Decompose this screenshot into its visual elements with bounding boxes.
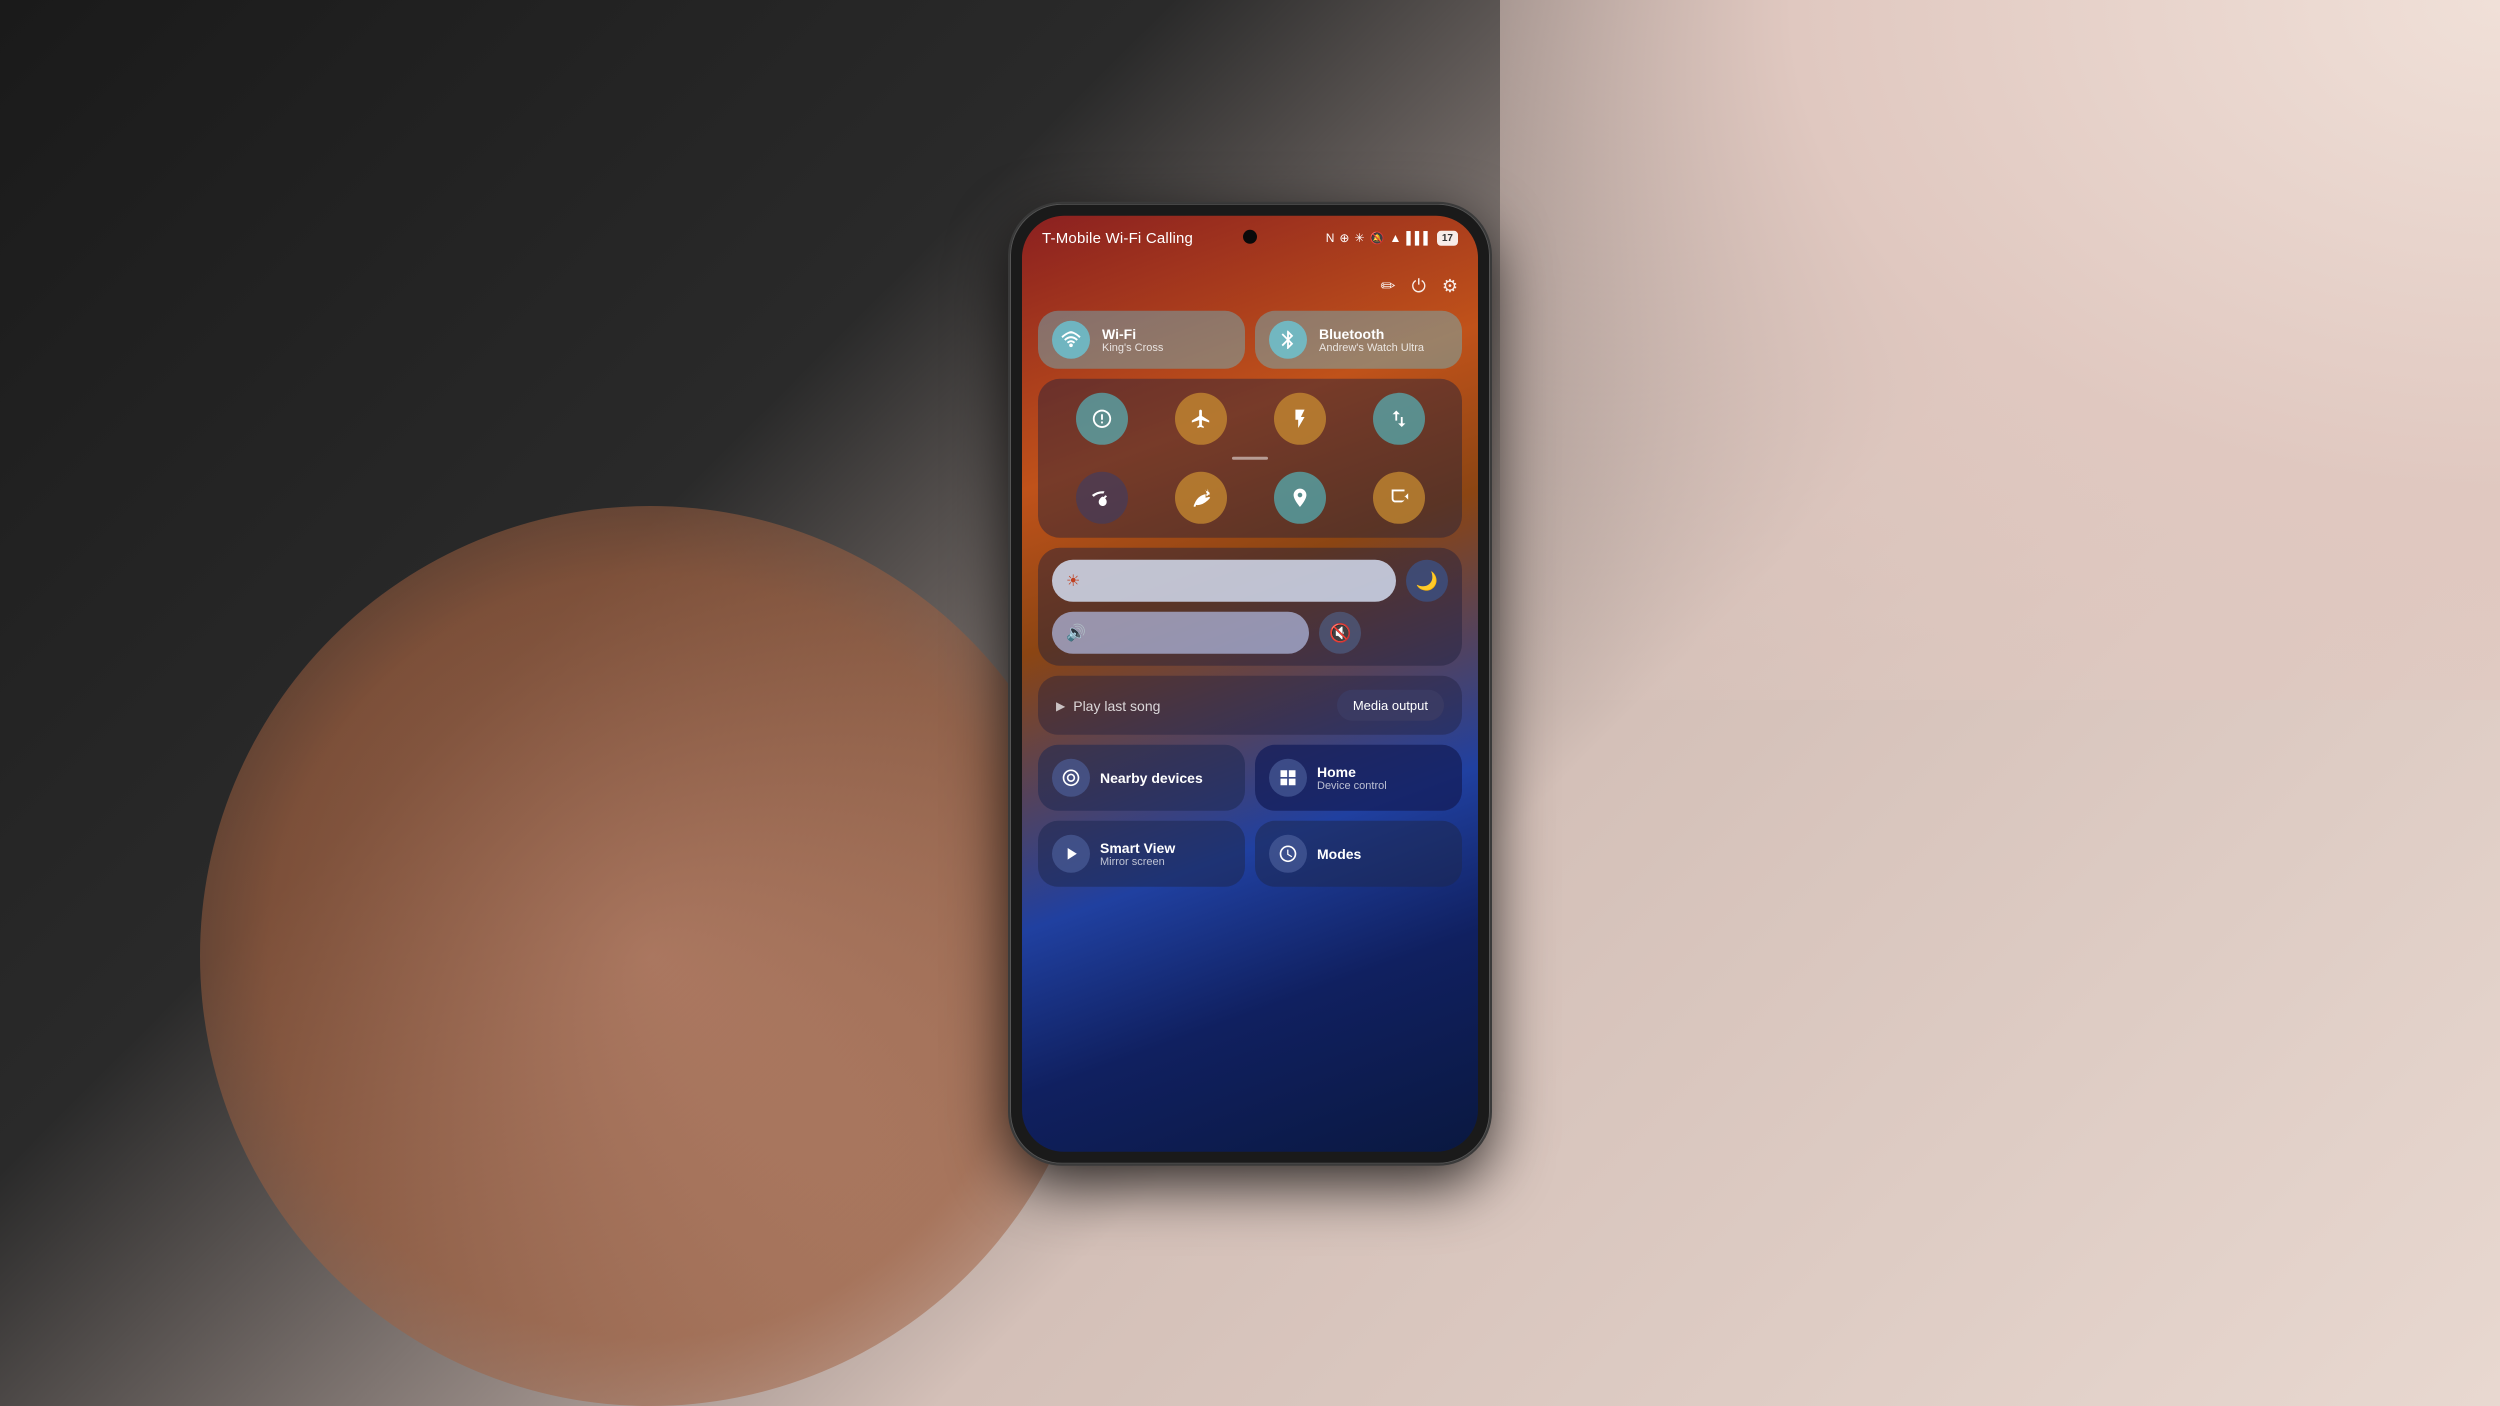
bluetooth-text: Bluetooth Andrew's Watch Ultra [1319,326,1424,354]
screen-record-button[interactable] [1373,472,1425,524]
mute-icon: 🔕 [1370,231,1385,245]
bluetooth-label: Bluetooth [1319,326,1424,342]
smart-view-sublabel: Mirror screen [1100,856,1175,868]
power-save-button[interactable] [1175,472,1227,524]
grid-row-2 [1052,472,1448,524]
volume-row: 🔊 🔇 [1052,612,1448,654]
volume-slider[interactable]: 🔊 [1052,612,1309,654]
settings-button[interactable]: ⚙ [1442,276,1458,297]
nearby-devices-icon [1052,759,1090,797]
play-last-song[interactable]: ▶ Play last song [1056,697,1160,713]
control-panel: ✏ ⏻ ⚙ Wi-Fi King's Cross [1022,260,1478,1152]
signal-bars-icon: ▌▌▌ [1406,231,1432,245]
smart-view-tile[interactable]: Smart View Mirror screen [1038,821,1245,887]
home-text: Home Device control [1317,764,1387,792]
status-icons: N ⊕ ✳ 🔕 ▲ ▌▌▌ 17 [1326,230,1458,245]
grid-panel [1038,379,1462,538]
wifi-text: Wi-Fi King's Cross [1102,326,1163,354]
mobile-data-button[interactable] [1373,393,1425,445]
hotspot-button[interactable] [1076,472,1128,524]
wifi-label: Wi-Fi [1102,326,1163,342]
nearby-devices-text: Nearby devices [1100,770,1203,786]
brightness-row: ☀ 🌙 [1052,560,1448,602]
tiles-row-1: Nearby devices Home Device control [1038,745,1462,811]
home-icon [1269,759,1307,797]
phone-frame: T-Mobile Wi-Fi Calling N ⊕ ✳ 🔕 ▲ ▌▌▌ 17 … [1010,204,1490,1164]
modes-tile[interactable]: Modes [1255,821,1462,887]
quick-toggles-row: Wi-Fi King's Cross Bluetooth Andrew' [1038,311,1462,369]
night-mode-button[interactable]: 🌙 [1406,560,1448,602]
nearby-devices-label: Nearby devices [1100,770,1203,786]
sliders-panel: ☀ 🌙 🔊 🔇 [1038,548,1462,666]
home-label: Home [1317,764,1387,780]
edit-row: ✏ ⏻ ⚙ [1038,272,1462,301]
grid-indicator [1232,457,1268,460]
nfc2-icon: ⊕ [1339,231,1349,245]
play-icon: ▶ [1056,698,1065,712]
media-panel[interactable]: ▶ Play last song Media output [1038,676,1462,735]
tiles-row-2: Smart View Mirror screen Modes [1038,821,1462,893]
table-surface [1500,0,2500,700]
airplane-mode-button[interactable] [1175,393,1227,445]
hand [200,506,1100,1406]
smart-view-text: Smart View Mirror screen [1100,840,1175,868]
phone-wrapper: T-Mobile Wi-Fi Calling N ⊕ ✳ 🔕 ▲ ▌▌▌ 17 … [1010,204,1490,1164]
grid-row-1 [1052,393,1448,445]
smart-view-label: Smart View [1100,840,1175,856]
nfc-icon: N [1326,231,1335,245]
battery-level: 17 [1437,230,1458,245]
media-output-button[interactable]: Media output [1337,690,1444,721]
carrier-text: T-Mobile Wi-Fi Calling [1042,229,1193,246]
mute-button[interactable]: 🔇 [1319,612,1361,654]
bluetooth-sublabel: Andrew's Watch Ultra [1319,342,1424,354]
auto-rotate-button[interactable] [1076,393,1128,445]
brightness-slider[interactable]: ☀ [1052,560,1396,602]
play-label: Play last song [1073,697,1160,713]
bluetooth-icon [1269,321,1307,359]
bluetooth-toggle[interactable]: Bluetooth Andrew's Watch Ultra [1255,311,1462,369]
location-button[interactable] [1274,472,1326,524]
flashlight-button[interactable] [1274,393,1326,445]
camera-cutout [1243,230,1257,244]
phone-screen: T-Mobile Wi-Fi Calling N ⊕ ✳ 🔕 ▲ ▌▌▌ 17 … [1022,216,1478,1152]
modes-icon [1269,835,1307,873]
home-tile[interactable]: Home Device control [1255,745,1462,811]
modes-text: Modes [1317,846,1361,862]
volume-icon: 🔊 [1066,623,1086,643]
wifi-sublabel: King's Cross [1102,342,1163,354]
wifi-toggle[interactable]: Wi-Fi King's Cross [1038,311,1245,369]
home-sublabel: Device control [1317,780,1387,792]
modes-label: Modes [1317,846,1361,862]
smart-view-icon [1052,835,1090,873]
brightness-icon: ☀ [1066,571,1080,591]
bt-status-icon: ✳ [1354,231,1364,245]
power-button[interactable]: ⏻ [1412,276,1426,297]
pencil-button[interactable]: ✏ [1381,276,1396,297]
wifi-icon [1052,321,1090,359]
wifi-status-icon: ▲ [1389,231,1401,245]
nearby-devices-tile[interactable]: Nearby devices [1038,745,1245,811]
